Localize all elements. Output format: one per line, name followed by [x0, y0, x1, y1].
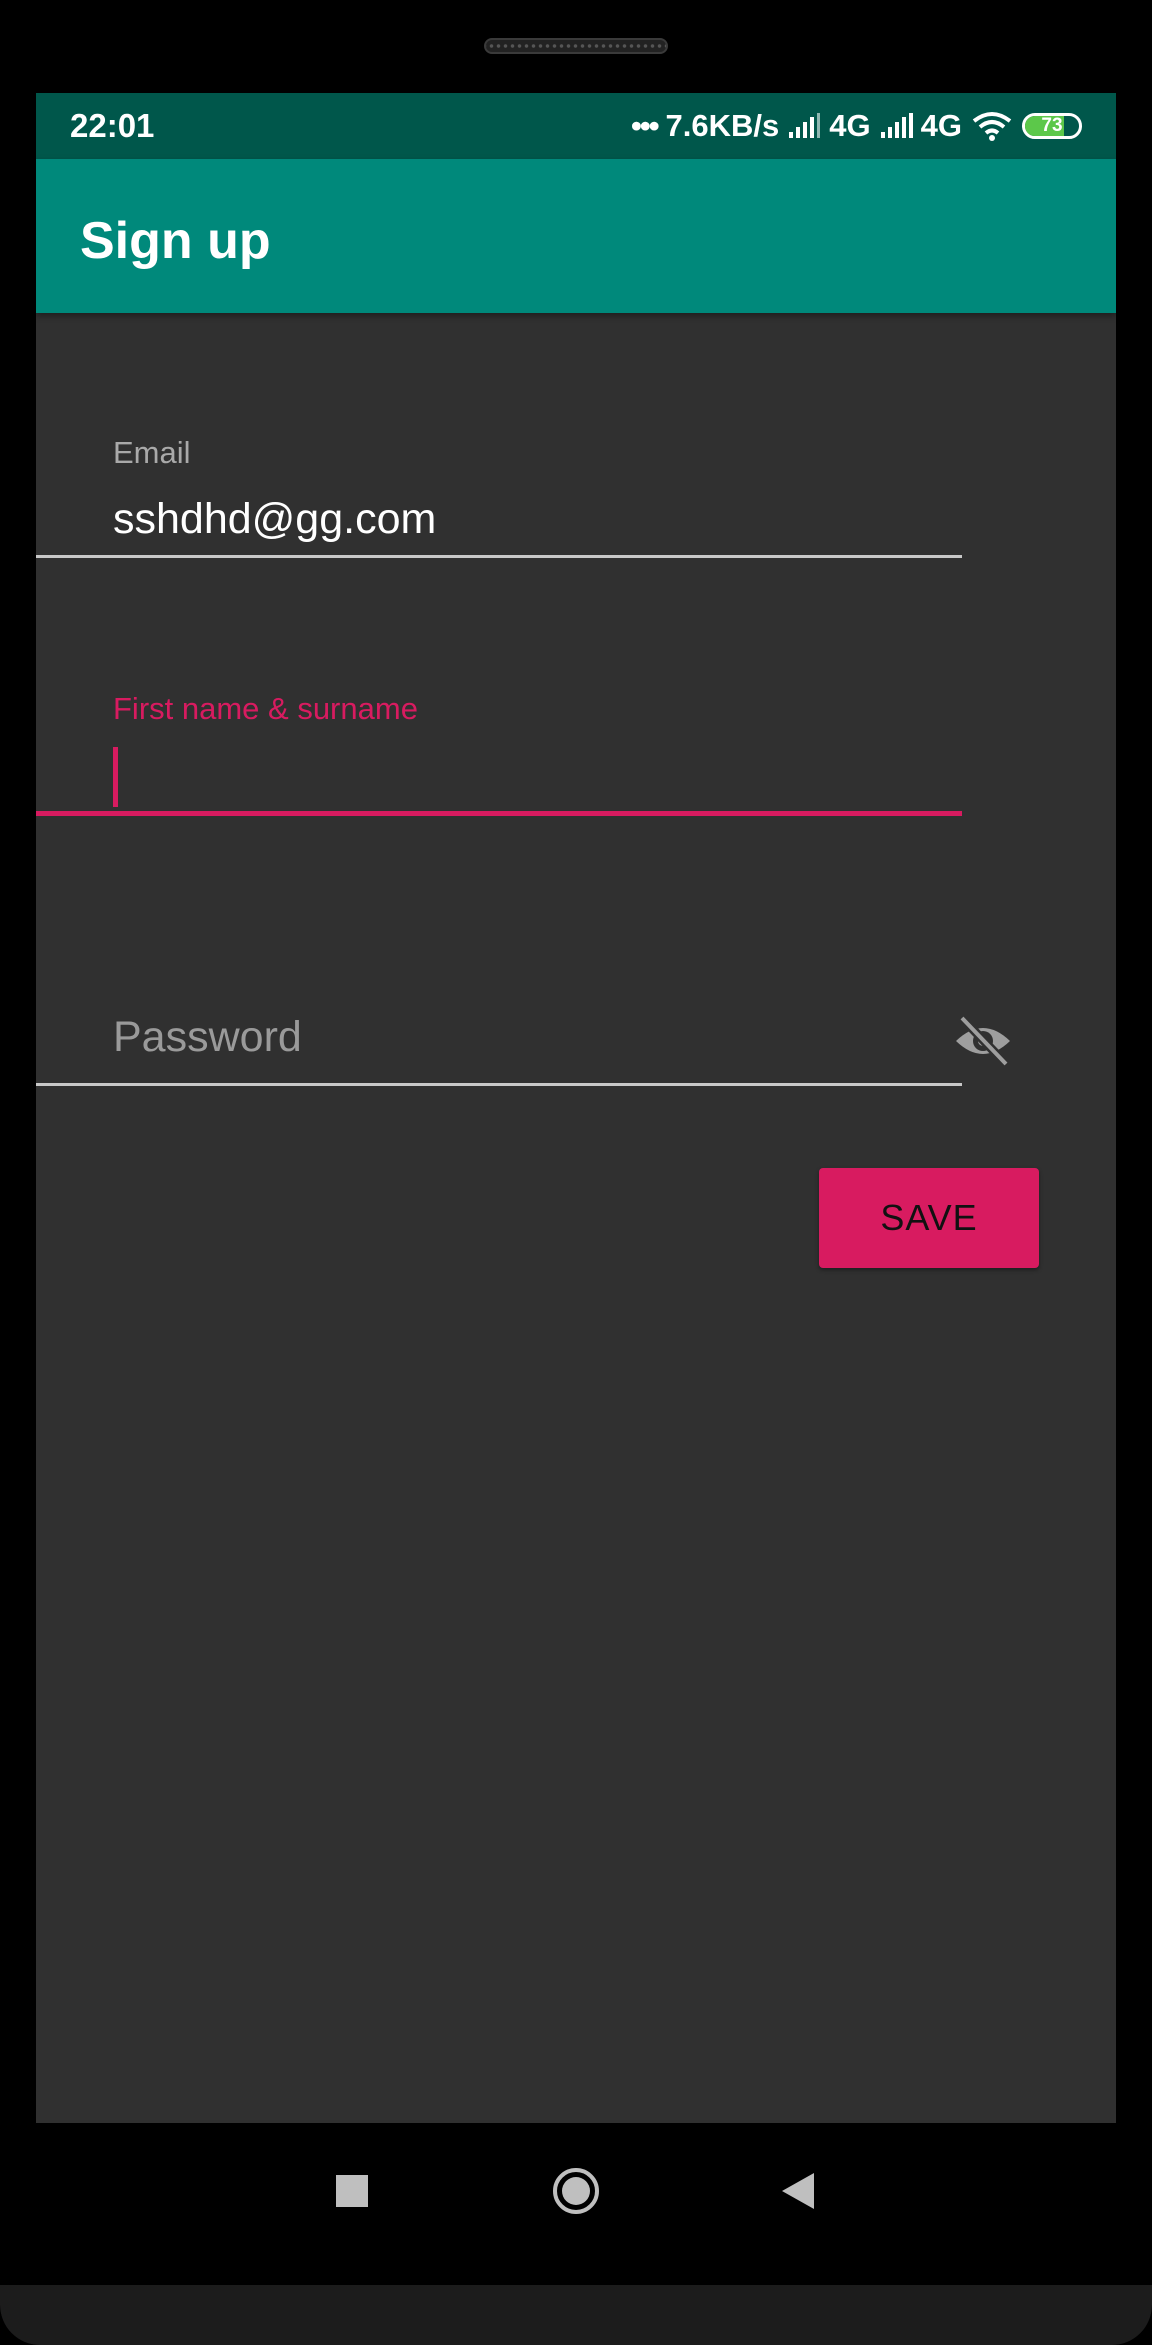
navigation-bar — [0, 2123, 1152, 2285]
network-type-2: 4G — [920, 108, 962, 143]
email-input[interactable]: sshdhd@gg.com — [113, 495, 1039, 544]
password-input[interactable]: Password — [113, 1013, 1039, 1062]
speaker-grille — [484, 38, 668, 54]
network-type-1: 4G — [829, 108, 871, 143]
page-title: Sign up — [80, 212, 271, 270]
name-label: First name & surname — [113, 691, 418, 726]
recents-square-icon[interactable] — [336, 2175, 368, 2207]
signal-bars-icon — [880, 113, 913, 138]
status-icons: ••• 7.6KB/s 4G 4G 73 — [631, 105, 1082, 147]
wifi-icon — [972, 112, 1012, 141]
phone-frame: 22:01 ••• 7.6KB/s 4G 4G 73 Sign up Email… — [0, 0, 1152, 2345]
status-bar: 22:01 ••• 7.6KB/s 4G 4G 73 — [36, 93, 1116, 159]
app-bar: Sign up — [36, 159, 1116, 313]
battery-level: 73 — [1041, 115, 1063, 136]
save-button[interactable]: SAVE — [819, 1168, 1039, 1268]
battery-icon: 73 — [1022, 113, 1082, 139]
email-underline — [36, 555, 962, 558]
phone-chin — [0, 2285, 1152, 2345]
signal-bars-icon — [789, 113, 821, 138]
status-time: 22:01 — [70, 107, 155, 144]
visibility-off-icon[interactable] — [952, 1013, 1014, 1069]
back-triangle-icon[interactable] — [780, 2171, 816, 2211]
email-label: Email — [113, 435, 191, 470]
password-underline — [36, 1083, 962, 1086]
home-circle-icon[interactable] — [552, 2167, 600, 2215]
more-notifications-icon: ••• — [630, 108, 660, 143]
text-cursor — [113, 747, 118, 807]
name-underline — [36, 811, 962, 816]
network-speed: 7.6KB/s — [665, 108, 780, 143]
screen: 22:01 ••• 7.6KB/s 4G 4G 73 Sign up Email… — [36, 93, 1116, 2123]
